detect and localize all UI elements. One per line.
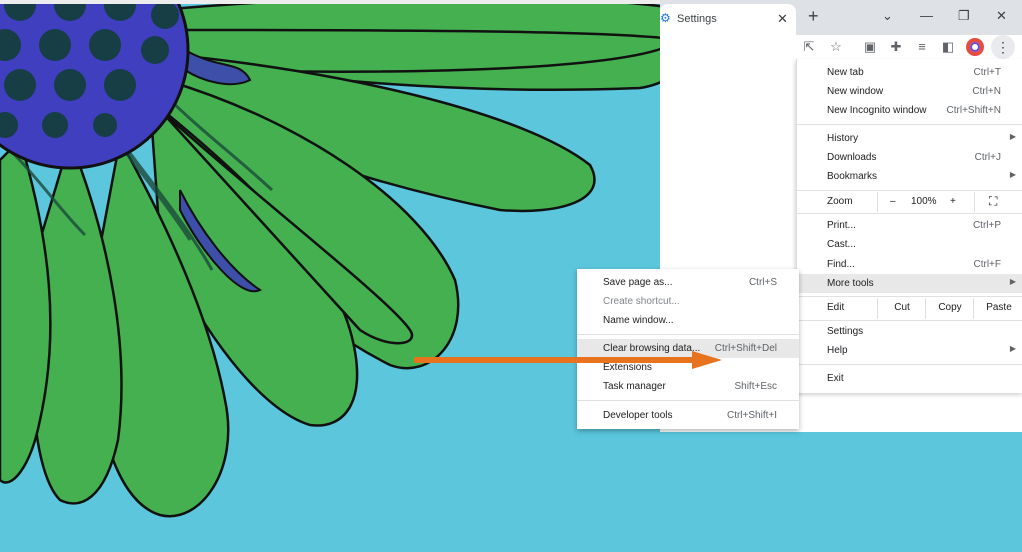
side-panel-icon[interactable]: ◧: [940, 39, 956, 55]
menu-separator: [797, 364, 1022, 365]
close-icon[interactable]: ✕: [777, 11, 788, 27]
menu-shortcut: Ctrl+N: [972, 86, 1001, 97]
menu-separator: [577, 400, 799, 401]
menu-label: Name window...: [603, 315, 674, 326]
tab-strip: ⚙ Settings ✕ + ⌄ — ❐ ✕: [660, 0, 1022, 35]
submenu-item-task-manager[interactable]: Task manager Shift+Esc: [577, 377, 799, 396]
menu-item-print[interactable]: Print... Ctrl+P: [797, 216, 1022, 235]
menu-label: More tools: [827, 278, 874, 289]
bookmark-star-icon[interactable]: ☆: [828, 39, 844, 55]
tab-settings[interactable]: ⚙ Settings ✕: [660, 4, 796, 35]
menu-label: New Incognito window: [827, 105, 927, 116]
menu-item-edit: Edit Cut Copy Paste: [797, 298, 1022, 319]
menu-item-new-incognito[interactable]: New Incognito window Ctrl+Shift+N: [797, 101, 1022, 120]
menu-separator: [797, 213, 1022, 214]
fullscreen-icon[interactable]: ⛶: [989, 194, 997, 209]
menu-label: Task manager: [603, 381, 666, 392]
menu-label: Save page as...: [603, 277, 673, 288]
menu-shortcut: Shift+Esc: [734, 381, 777, 392]
menu-separator: [797, 124, 1022, 125]
menu-item-cast[interactable]: Cast...: [797, 235, 1022, 254]
zoom-out-button[interactable]: –: [890, 196, 896, 207]
menu-shortcut: Ctrl+Shift+I: [726, 410, 777, 421]
submenu-item-name-window[interactable]: Name window...: [577, 311, 799, 330]
menu-item-zoom: Zoom – 100% + ⛶: [797, 192, 1022, 212]
pdf-extension-icon[interactable]: ▣: [862, 39, 878, 55]
zoom-divider: [974, 192, 975, 212]
menu-separator: [797, 320, 1022, 321]
submenu-arrow-icon: ▶: [1009, 277, 1016, 286]
paste-button[interactable]: Paste: [973, 298, 1022, 319]
submenu-item-developer-tools[interactable]: Developer tools Ctrl+Shift+I: [577, 406, 799, 425]
menu-item-more-tools[interactable]: More tools ▶: [797, 274, 1022, 293]
menu-separator: [797, 296, 1022, 297]
zoom-divider: [877, 192, 878, 212]
kebab-menu-icon[interactable]: ⋮: [991, 35, 1015, 59]
menu-label: Cast...: [827, 239, 856, 250]
menu-item-history[interactable]: History ▶: [797, 129, 1022, 148]
menu-shortcut: Ctrl+Shift+N: [946, 105, 1001, 116]
media-queue-icon[interactable]: ≡: [914, 39, 930, 55]
chrome-main-menu: New tab Ctrl+T New window Ctrl+N New Inc…: [796, 59, 1022, 393]
menu-item-downloads[interactable]: Downloads Ctrl+J: [797, 148, 1022, 167]
menu-label: Edit: [827, 302, 845, 313]
tab-search-chevron-icon[interactable]: ⌄: [882, 8, 893, 24]
menu-label: Developer tools: [603, 410, 673, 421]
menu-item-bookmarks[interactable]: Bookmarks ▶: [797, 167, 1022, 186]
submenu-item-save-page[interactable]: Save page as... Ctrl+S: [577, 273, 799, 292]
menu-item-settings[interactable]: Settings: [797, 322, 1022, 341]
menu-label: Help: [827, 345, 848, 356]
menu-label: Bookmarks: [827, 171, 878, 182]
share-icon[interactable]: ⇱: [801, 39, 817, 55]
window-close-icon[interactable]: ✕: [996, 8, 1007, 24]
copy-button[interactable]: Copy: [925, 298, 974, 319]
arrow-head: [692, 351, 722, 369]
submenu-arrow-icon: ▶: [1009, 344, 1016, 353]
gear-icon: ⚙: [660, 11, 671, 25]
menu-label: Zoom: [827, 196, 853, 207]
window-edge: [0, 0, 660, 4]
submenu-arrow-icon: ▶: [1009, 132, 1016, 141]
menu-shortcut: Ctrl+T: [973, 67, 1002, 78]
toolbar: ⇱ ☆ ▣ ✚ ≡ ◧ ⋮: [660, 35, 1022, 59]
menu-shortcut: Ctrl+F: [973, 259, 1002, 270]
menu-label: Create shortcut...: [603, 296, 680, 307]
menu-label: New window: [827, 86, 884, 97]
tab-title: Settings: [677, 13, 717, 25]
restore-icon[interactable]: ❐: [958, 8, 970, 24]
menu-label: Print...: [827, 220, 856, 231]
puzzle-icon[interactable]: ✚: [888, 39, 904, 55]
menu-label: Downloads: [827, 152, 877, 163]
menu-shortcut: Ctrl+P: [972, 220, 1001, 231]
menu-item-new-window[interactable]: New window Ctrl+N: [797, 82, 1022, 101]
menu-label: New tab: [827, 67, 864, 78]
new-tab-plus-icon[interactable]: +: [808, 6, 819, 27]
menu-label: Find...: [827, 259, 855, 270]
menu-shortcut: Ctrl+J: [974, 152, 1001, 163]
submenu-item-create-shortcut: Create shortcut...: [577, 292, 799, 311]
profile-avatar-icon[interactable]: [966, 38, 984, 56]
zoom-level: 100%: [911, 196, 937, 207]
cut-button[interactable]: Cut: [877, 298, 926, 319]
menu-separator: [577, 334, 799, 335]
menu-label: Settings: [827, 326, 864, 337]
more-tools-submenu: Save page as... Ctrl+S Create shortcut..…: [577, 269, 799, 429]
menu-label: Exit: [827, 373, 844, 384]
submenu-arrow-icon: ▶: [1009, 170, 1016, 179]
menu-item-exit[interactable]: Exit: [797, 369, 1022, 388]
menu-separator: [797, 190, 1022, 191]
arrow-shaft: [414, 357, 696, 363]
menu-label: History: [827, 133, 859, 144]
menu-item-new-tab[interactable]: New tab Ctrl+T: [797, 63, 1022, 82]
menu-item-help[interactable]: Help ▶: [797, 341, 1022, 360]
menu-shortcut: Ctrl+S: [748, 277, 777, 288]
zoom-in-button[interactable]: +: [950, 196, 956, 207]
pointer-arrow-icon: [414, 351, 722, 369]
minimize-icon[interactable]: —: [920, 8, 933, 23]
menu-item-find[interactable]: Find... Ctrl+F: [797, 255, 1022, 274]
